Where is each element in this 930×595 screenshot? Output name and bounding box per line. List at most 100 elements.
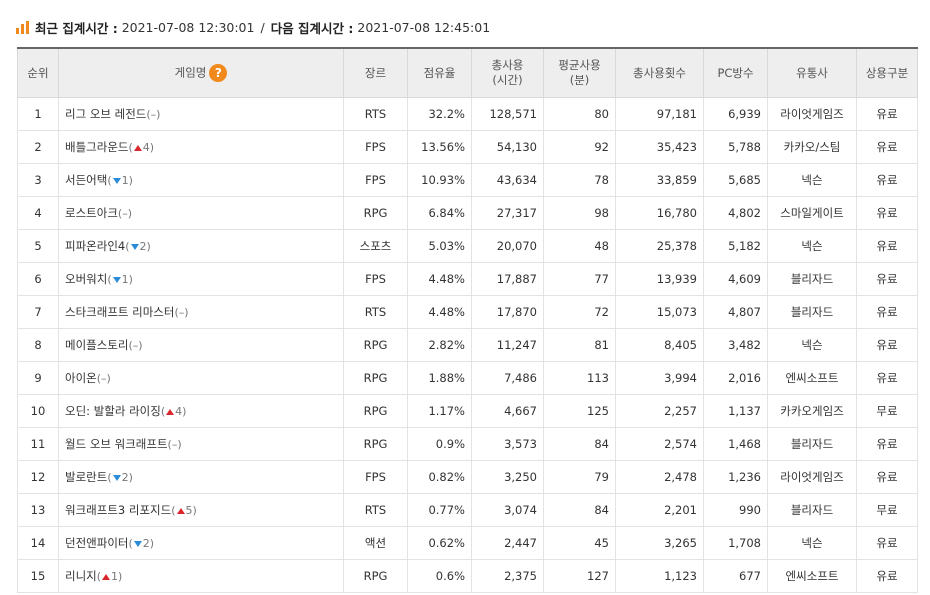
- share-cell: 0.82%: [407, 460, 472, 494]
- game-name-cell[interactable]: 서든어택(1): [58, 163, 344, 197]
- total-hours-cell: 11,247: [471, 328, 544, 362]
- game-name[interactable]: 던전앤파이터: [65, 536, 128, 550]
- rank-up-icon: [176, 508, 185, 514]
- table-row[interactable]: 10 오딘: 발할라 라이징(4) RPG 1.17% 4,667 125 2,257 1,1…: [17, 394, 918, 428]
- publisher-cell: 블리자드: [767, 295, 857, 329]
- rank-change-value: 1: [121, 174, 129, 187]
- game-name[interactable]: 로스트아크: [65, 206, 118, 220]
- table-row[interactable]: 6 오버워치(1) FPS 4.48% 17,887 77 13,939 4,609 블리자드 유…: [17, 262, 918, 296]
- rank-cell: 6: [17, 262, 59, 296]
- total-hours-cell: 17,887: [471, 262, 544, 296]
- total-hours-cell: 7,486: [471, 361, 544, 395]
- table-body: 1 리그 오브 레전드(–) RTS 32.2% 128,571 80 97,181 6,93…: [17, 97, 918, 593]
- table-row[interactable]: 8 메이플스토리(–) RPG 2.82% 11,247 81 8,405 3,482 넥슨 유료: [17, 328, 918, 362]
- game-name[interactable]: 스타크래프트 리마스터: [65, 305, 174, 319]
- game-name[interactable]: 배틀그라운드: [65, 140, 128, 154]
- ranking-time-header: 최근 집계시간 : 2021-07-08 12:30:01 / 다음 집계시간 …: [16, 14, 490, 40]
- genre-cell: 스포츠: [343, 229, 408, 263]
- table-row[interactable]: 3 서든어택(1) FPS 10.93% 43,634 78 33,859 5,685 넥슨 유료: [17, 163, 918, 197]
- rank-cell: 15: [17, 559, 59, 593]
- game-name[interactable]: 워크래프트3 리포지드: [65, 503, 171, 517]
- header-separator: /: [260, 19, 265, 35]
- game-name[interactable]: 피파온라인4: [65, 239, 125, 253]
- game-name-cell[interactable]: 메이플스토리(–): [58, 328, 344, 362]
- col-genre: 장르: [343, 47, 408, 98]
- rank-cell: 1: [17, 97, 59, 131]
- rank-cell: 2: [17, 130, 59, 164]
- commercial-type-cell: 유료: [856, 229, 918, 263]
- pc-count-cell: 5,182: [703, 229, 768, 263]
- game-name[interactable]: 메이플스토리: [65, 338, 128, 352]
- game-name[interactable]: 발로란트: [65, 470, 107, 484]
- table-row[interactable]: 15 리니지(1) RPG 0.6% 2,375 127 1,123 677 엔씨소프트 유료: [17, 559, 918, 593]
- genre-cell: RTS: [343, 295, 408, 329]
- game-name[interactable]: 월드 오브 워크래프트: [65, 437, 168, 451]
- table-row[interactable]: 2 배틀그라운드(4) FPS 13.56% 54,130 92 35,423 5,788 카카…: [17, 130, 918, 164]
- game-name-cell[interactable]: 아이온(–): [58, 361, 344, 395]
- publisher-cell: 라이엇게임즈: [767, 460, 857, 494]
- pc-count-cell: 1,708: [703, 526, 768, 560]
- rank-cell: 4: [17, 196, 59, 230]
- game-name-cell[interactable]: 오딘: 발할라 라이징(4): [58, 394, 344, 428]
- game-name-cell[interactable]: 던전앤파이터(2): [58, 526, 344, 560]
- game-name-cell[interactable]: 월드 오브 워크래프트(–): [58, 427, 344, 461]
- game-name-cell[interactable]: 스타크래프트 리마스터(–): [58, 295, 344, 329]
- game-name-cell[interactable]: 오버워치(1): [58, 262, 344, 296]
- table-row[interactable]: 4 로스트아크(–) RPG 6.84% 27,317 98 16,780 4,802 스마일게…: [17, 196, 918, 230]
- game-name-cell[interactable]: 워크래프트3 리포지드(5): [58, 493, 344, 527]
- avg-usage-cell: 72: [543, 295, 616, 329]
- game-name[interactable]: 서든어택: [65, 173, 107, 187]
- rank-cell: 8: [17, 328, 59, 362]
- col-publisher: 유통사: [767, 47, 857, 98]
- game-name-cell[interactable]: 로스트아크(–): [58, 196, 344, 230]
- pc-count-cell: 4,609: [703, 262, 768, 296]
- table-row[interactable]: 9 아이온(–) RPG 1.88% 7,486 113 3,994 2,016 엔씨소프트 유료: [17, 361, 918, 395]
- table-header-row: 순위 게임명? 장르 점유율 총사용 (시간) 평균사용 (분) 총사용횟수 PC방…: [17, 47, 918, 98]
- table-row[interactable]: 1 리그 오브 레전드(–) RTS 32.2% 128,571 80 97,181 6,93…: [17, 97, 918, 131]
- table-row[interactable]: 11 월드 오브 워크래프트(–) RPG 0.9% 3,573 84 2,574 1,468…: [17, 427, 918, 461]
- genre-cell: RPG: [343, 427, 408, 461]
- bar-chart-icon: [16, 20, 29, 34]
- avg-usage-cell: 45: [543, 526, 616, 560]
- game-name-cell[interactable]: 피파온라인4(2): [58, 229, 344, 263]
- usage-count-cell: 2,478: [615, 460, 704, 494]
- publisher-cell: 넥슨: [767, 163, 857, 197]
- table-row[interactable]: 5 피파온라인4(2) 스포츠 5.03% 20,070 48 25,378 5,182 넥슨 유…: [17, 229, 918, 263]
- commercial-type-cell: 유료: [856, 163, 918, 197]
- genre-cell: RPG: [343, 328, 408, 362]
- rank-change: (2): [107, 471, 133, 484]
- game-name-cell[interactable]: 배틀그라운드(4): [58, 130, 344, 164]
- rank-change: (1): [96, 570, 123, 583]
- table-row[interactable]: 13 워크래프트3 리포지드(5) RTS 0.77% 3,074 84 2,201 990 블…: [17, 493, 918, 527]
- publisher-cell: 블리자드: [767, 262, 857, 296]
- usage-count-cell: 13,939: [615, 262, 704, 296]
- rank-change: (–): [117, 207, 132, 220]
- game-name[interactable]: 오버워치: [65, 272, 107, 286]
- usage-count-cell: 15,073: [615, 295, 704, 329]
- next-time-label: 다음 집계시간 :: [270, 20, 354, 36]
- commercial-type-cell: 유료: [856, 97, 918, 131]
- game-name[interactable]: 리그 오브 레전드: [65, 107, 146, 121]
- total-hours-cell: 3,573: [471, 427, 544, 461]
- table-row[interactable]: 12 발로란트(2) FPS 0.82% 3,250 79 2,478 1,236 라이엇게임즈…: [17, 460, 918, 494]
- game-ranking-table: 순위 게임명? 장르 점유율 총사용 (시간) 평균사용 (분) 총사용횟수 PC방…: [17, 47, 918, 593]
- rank-down-icon: [112, 178, 121, 184]
- game-name[interactable]: 오딘: 발할라 라이징: [65, 404, 161, 418]
- pc-count-cell: 5,685: [703, 163, 768, 197]
- next-time-value: 2021-07-08 12:45:01: [357, 19, 491, 35]
- rank-change: (2): [125, 240, 151, 253]
- game-name-cell[interactable]: 리그 오브 레전드(–): [58, 97, 344, 131]
- col-share: 점유율: [407, 47, 472, 98]
- game-name-cell[interactable]: 리니지(1): [58, 559, 344, 593]
- rank-change-value: 1: [111, 570, 119, 583]
- total-hours-cell: 54,130: [471, 130, 544, 164]
- table-row[interactable]: 7 스타크래프트 리마스터(–) RTS 4.48% 17,870 72 15,073 4,8…: [17, 295, 918, 329]
- game-name[interactable]: 리니지: [65, 569, 97, 583]
- genre-cell: FPS: [343, 262, 408, 296]
- rank-change: (4): [128, 141, 155, 154]
- table-row[interactable]: 14 던전앤파이터(2) 액션 0.62% 2,447 45 3,265 1,708 넥슨 유료: [17, 526, 918, 560]
- game-name-cell[interactable]: 발로란트(2): [58, 460, 344, 494]
- game-name[interactable]: 아이온: [65, 371, 97, 385]
- help-icon[interactable]: ?: [209, 64, 228, 82]
- commercial-type-cell: 유료: [856, 196, 918, 230]
